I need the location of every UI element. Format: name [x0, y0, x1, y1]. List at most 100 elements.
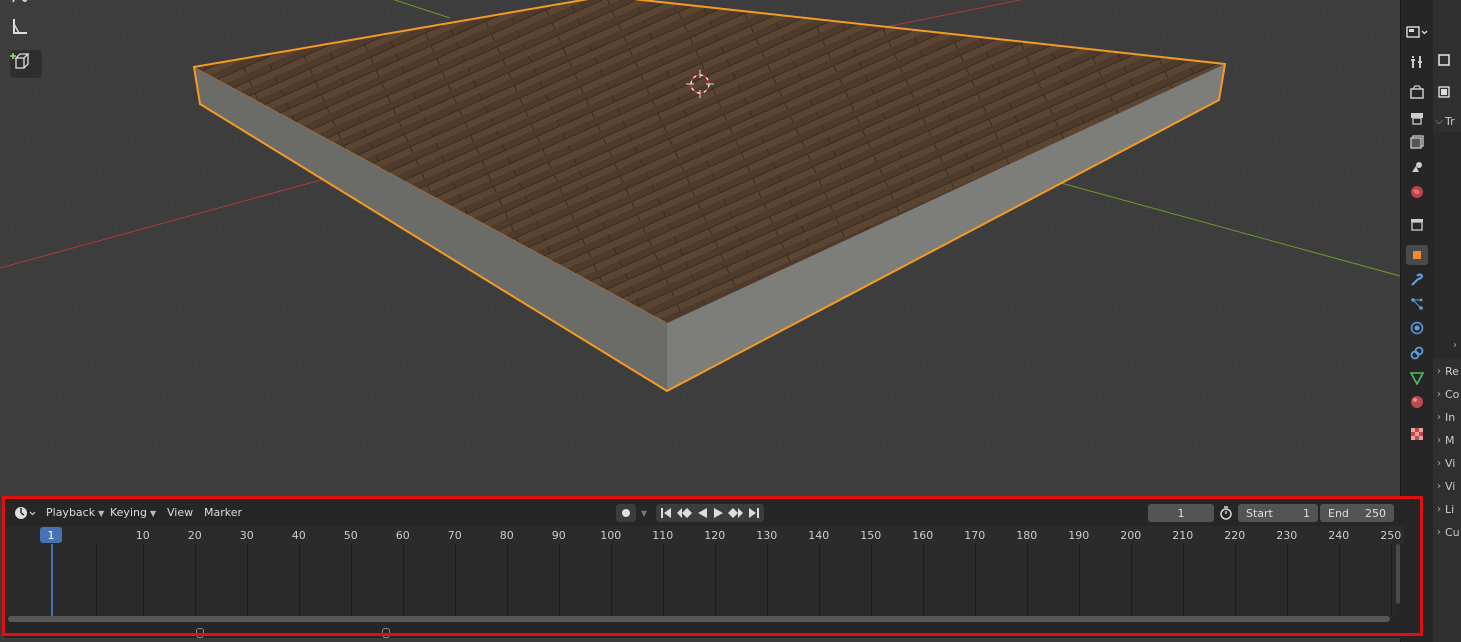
current-frame-field[interactable]: 1: [1148, 504, 1214, 522]
timeline-header: Playback ▼ Keying ▼ View Marker ▼ 1 Star…: [4, 502, 1404, 524]
data-tab-icon[interactable]: [1406, 368, 1428, 388]
ruler-tick-label: 190: [1068, 529, 1090, 542]
ruler-tick-label: 170: [964, 529, 986, 542]
physics-tab-icon[interactable]: [1406, 318, 1428, 338]
panel-viewport-display[interactable]: › Vi: [1433, 475, 1461, 497]
modifier-tab-icon[interactable]: [1406, 270, 1428, 290]
panel-visibility[interactable]: › Vi: [1433, 452, 1461, 474]
output-tab-icon[interactable]: [1406, 108, 1428, 128]
frame-grid-line: [1234, 544, 1236, 616]
vertical-scrollbar[interactable]: [1396, 544, 1400, 604]
constraints-tab-icon[interactable]: [1406, 343, 1428, 363]
ruler-tick-label: 30: [239, 529, 254, 542]
chevron-right-icon: ›: [1437, 503, 1441, 515]
ruler-tick-label: 230: [1276, 529, 1298, 542]
frame-grid-line: [506, 544, 508, 616]
ruler-tick-label: 220: [1224, 529, 1246, 542]
viewport-scene: [0, 0, 1400, 496]
jump-to-end-icon[interactable]: [746, 505, 762, 521]
chevron-right-icon: ›: [1437, 480, 1441, 492]
jump-to-start-icon[interactable]: [658, 505, 674, 521]
marker-menu[interactable]: Marker: [200, 502, 246, 524]
ruler-tick-label: 200: [1120, 529, 1142, 542]
end-frame-field[interactable]: End 250: [1320, 504, 1394, 522]
ruler-tick-label: 160: [912, 529, 934, 542]
ruler-tick-label: 240: [1328, 529, 1350, 542]
subpanel-chevron-icon[interactable]: ›: [1453, 340, 1457, 351]
keying-menu[interactable]: Keying ▼: [106, 502, 160, 524]
jump-to-next-keyframe-icon[interactable]: [728, 505, 744, 521]
editor-type-icon[interactable]: [1404, 22, 1430, 42]
view-menu[interactable]: View: [163, 502, 197, 524]
chevron-right-icon: ›: [1437, 411, 1441, 423]
scroll-handle-right[interactable]: [382, 628, 390, 638]
chevron-down-icon: ▼: [98, 509, 105, 518]
data-browse-icon[interactable]: [1437, 84, 1461, 103]
material-tab-icon[interactable]: [1406, 392, 1428, 412]
frame-ruler[interactable]: 10 20 30 40 50 60 70 80 90 100 110 120 130 140 150 160 1…: [4, 526, 1404, 544]
panel-instancing[interactable]: › In: [1433, 406, 1461, 428]
frame-grid-line: [558, 544, 560, 616]
view-layer-tab-icon[interactable]: [1406, 132, 1428, 152]
panel-transform[interactable]: ⌵ Tr: [1433, 110, 1461, 132]
frame-grid-line: [1078, 544, 1080, 616]
panel-collections[interactable]: › Co: [1433, 383, 1461, 405]
keying-options-dropdown[interactable]: ▼: [636, 505, 652, 521]
current-frame-indicator[interactable]: 1: [40, 527, 62, 543]
frame-grid-line: [766, 544, 768, 616]
chevron-right-icon: ›: [1437, 457, 1441, 469]
collection-tab-icon[interactable]: [1406, 214, 1428, 234]
3d-viewport[interactable]: [0, 0, 1400, 496]
add-cube-tool-icon[interactable]: [10, 50, 42, 78]
jump-to-previous-keyframe-icon[interactable]: [676, 505, 692, 521]
record-icon: [622, 509, 630, 517]
annotate-tool-icon[interactable]: [10, 0, 42, 16]
playhead[interactable]: [51, 544, 53, 620]
particles-tab-icon[interactable]: [1406, 294, 1428, 314]
tool-tab-icon[interactable]: [1406, 52, 1428, 72]
auto-keying-toggle[interactable]: [616, 504, 636, 522]
playback-menu[interactable]: Playback ▼: [42, 502, 108, 524]
frame-grid-line: [610, 544, 612, 616]
editor-type-button[interactable]: [8, 502, 40, 524]
frame-grid-line: [402, 544, 404, 616]
ruler-tick-label: 110: [652, 529, 674, 542]
frame-grid-line: [662, 544, 664, 616]
scene-tab-icon[interactable]: [1406, 157, 1428, 177]
panel-line-art[interactable]: › Li: [1433, 498, 1461, 520]
panel-content-area: [1433, 132, 1461, 358]
timeline-area[interactable]: [4, 544, 1396, 616]
ruler-tick-label: 250: [1380, 529, 1402, 542]
panel-custom-properties[interactable]: › Cu: [1433, 521, 1461, 543]
frame-grid-line: [1182, 544, 1184, 616]
panel-motion-paths[interactable]: › M: [1433, 429, 1461, 451]
ruler-tick-label: 130: [756, 529, 778, 542]
scroll-handle-left[interactable]: [196, 628, 204, 638]
texture-tab-icon[interactable]: [1406, 424, 1428, 444]
ruler-tick-label: 210: [1172, 529, 1194, 542]
chevron-right-icon: ›: [1437, 388, 1441, 400]
chevron-down-icon: ⌵: [1435, 115, 1443, 127]
timeline-editor[interactable]: Playback ▼ Keying ▼ View Marker ▼ 1 Star…: [4, 496, 1425, 638]
horizontal-scrollbar[interactable]: [8, 616, 1390, 622]
object-tab-icon[interactable]: [1406, 245, 1428, 265]
frame-grid-line: [1338, 544, 1340, 616]
object-type-icon[interactable]: [1437, 52, 1451, 71]
panel-relations[interactable]: › Re: [1433, 360, 1461, 382]
frame-grid-line: [974, 544, 976, 616]
ruler-tick-label: 120: [704, 529, 726, 542]
render-tab-icon[interactable]: [1406, 82, 1428, 102]
frame-grid-line: [96, 544, 97, 616]
chevron-right-icon: ›: [1437, 526, 1441, 538]
play-icon[interactable]: [710, 505, 726, 521]
play-reverse-icon[interactable]: [694, 505, 710, 521]
use-preview-range-icon[interactable]: [1218, 505, 1234, 521]
frame-grid-line: [1130, 544, 1132, 616]
world-tab-icon[interactable]: [1406, 182, 1428, 202]
start-frame-field[interactable]: Start 1: [1238, 504, 1318, 522]
ruler-tick-label: 150: [860, 529, 882, 542]
measure-tool-icon[interactable]: [10, 16, 42, 44]
frame-grid-line: [194, 544, 196, 616]
chevron-right-icon: ›: [1437, 434, 1441, 446]
frame-grid-line: [246, 544, 248, 616]
